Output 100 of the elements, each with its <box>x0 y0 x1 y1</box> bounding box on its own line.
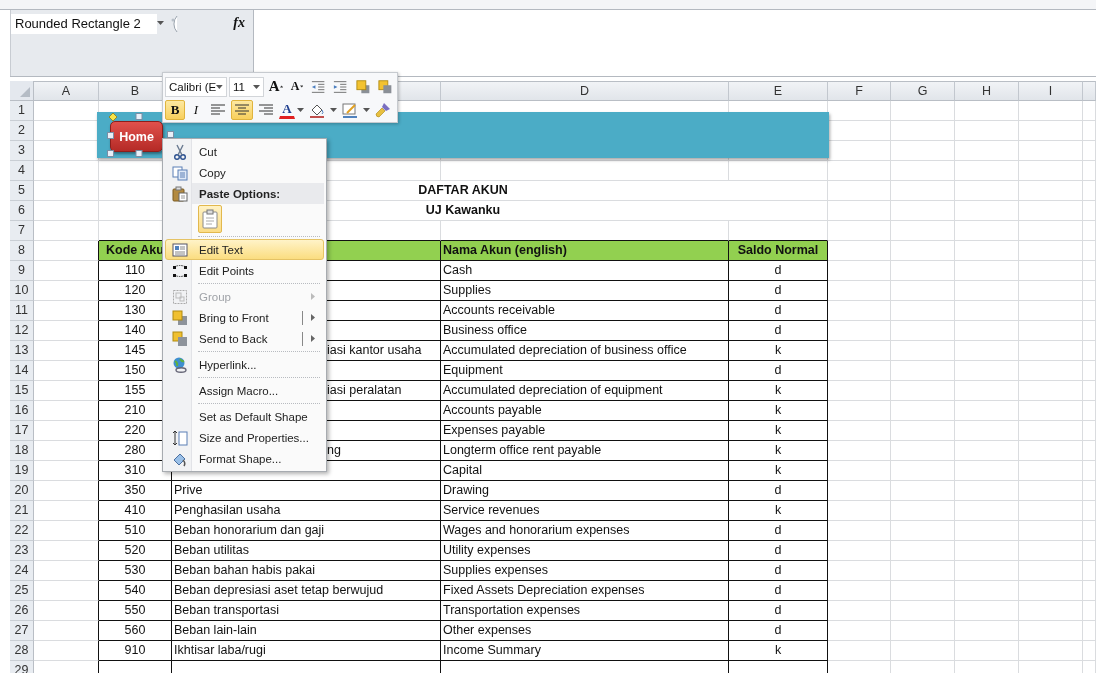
font-field[interactable]: Calibri (E <box>165 76 227 97</box>
row-header[interactable]: 23 <box>10 541 34 561</box>
font-size-field[interactable]: 11 <box>229 76 264 97</box>
row-header[interactable]: 1 <box>10 101 34 121</box>
menu-item[interactable]: Edit Text <box>165 239 324 260</box>
bold-button[interactable]: B <box>165 99 185 120</box>
table-cell: Utility expenses <box>441 541 729 561</box>
row-header[interactable]: 25 <box>10 581 34 601</box>
table-cell: Penghasilan usaha <box>172 501 441 521</box>
copy-icon <box>171 164 188 181</box>
empty-cell <box>1019 421 1083 441</box>
table-cell: Beban utilitas <box>172 541 441 561</box>
empty-cell <box>891 481 955 501</box>
empty-cell <box>1019 241 1083 261</box>
row-header[interactable]: 20 <box>10 481 34 501</box>
empty-cell <box>955 501 1019 521</box>
selection-handle[interactable] <box>167 131 174 138</box>
grow-font-label[interactable]: A <box>268 78 280 95</box>
italic-label[interactable]: I <box>187 99 205 120</box>
align-left-icon[interactable] <box>210 101 226 118</box>
row-header[interactable]: 21 <box>10 501 34 521</box>
pen-icon[interactable] <box>342 101 358 118</box>
row-header[interactable]: 18 <box>10 441 34 461</box>
indent-icon[interactable] <box>333 78 348 95</box>
row-header[interactable]: 8 <box>10 241 34 261</box>
table-cell: Nama Akun (english) <box>441 241 729 261</box>
empty-cell <box>828 601 891 621</box>
empty-cell <box>891 381 955 401</box>
empty-cell <box>1083 281 1096 301</box>
table-cell: Drawing <box>441 481 729 501</box>
empty-cell <box>955 361 1019 381</box>
empty-cell <box>1019 581 1083 601</box>
layers-icon[interactable] <box>377 78 392 95</box>
column-header[interactable]: H <box>955 81 1019 101</box>
outdent-icon[interactable] <box>311 78 326 95</box>
caret-icon[interactable] <box>157 21 164 25</box>
shrink-font-label[interactable]: A <box>290 79 300 94</box>
column-header[interactable]: A <box>34 81 99 101</box>
table-cell: 530 <box>99 561 172 581</box>
column-header[interactable]: E <box>729 81 828 101</box>
empty-cell <box>1019 361 1083 381</box>
row-header[interactable]: 28 <box>10 641 34 661</box>
text-box-icon <box>171 241 188 258</box>
row-header[interactable]: 27 <box>10 621 34 641</box>
row-header[interactable]: 2 <box>10 121 34 141</box>
table-cell: Accumulated depreciation of business office <box>441 341 729 361</box>
empty-cell <box>1083 541 1096 561</box>
align-right-icon[interactable] <box>258 101 274 118</box>
row-header[interactable]: 16 <box>10 401 34 421</box>
empty-cell <box>955 281 1019 301</box>
column-header[interactable]: G <box>891 81 955 101</box>
menu-item[interactable]: Copy <box>165 162 324 183</box>
font-color-button[interactable]: A <box>279 100 295 119</box>
row-header[interactable]: 14 <box>10 361 34 381</box>
column-header[interactable]: F <box>828 81 891 101</box>
row-header[interactable]: 17 <box>10 421 34 441</box>
column-header[interactable]: D <box>441 81 729 101</box>
row-header[interactable]: 6 <box>10 201 34 221</box>
row-header[interactable]: 11 <box>10 301 34 321</box>
name-box[interactable]: Rounded Rectangle 2 <box>11 14 157 34</box>
caret-icon[interactable] <box>252 84 260 89</box>
empty-cell <box>828 281 891 301</box>
column-header[interactable]: I <box>1019 81 1083 101</box>
row-header[interactable]: 5 <box>10 181 34 201</box>
row-header[interactable]: 12 <box>10 321 34 341</box>
row-header[interactable]: 10 <box>10 281 34 301</box>
row-header[interactable]: 13 <box>10 341 34 361</box>
table-cell: k <box>729 381 828 401</box>
submenu-arrow-icon[interactable] <box>311 335 315 342</box>
row-header[interactable]: 9 <box>10 261 34 281</box>
submenu-arrow-icon[interactable] <box>311 314 315 321</box>
row-header[interactable]: 22 <box>10 521 34 541</box>
row-header[interactable]: 19 <box>10 461 34 481</box>
brush-icon[interactable] <box>375 101 391 118</box>
group-icon <box>171 288 188 305</box>
empty-cell <box>1083 501 1096 521</box>
insert-function-button[interactable]: fx <box>233 15 245 31</box>
row-header[interactable]: 26 <box>10 601 34 621</box>
paste-option-button[interactable] <box>198 205 222 233</box>
empty-cell <box>955 441 1019 461</box>
menu-item[interactable]: Cut <box>165 141 324 162</box>
caret-icon[interactable] <box>279 85 283 88</box>
empty-cell <box>955 421 1019 441</box>
caret-icon[interactable] <box>216 84 223 89</box>
home-shape[interactable]: Home <box>110 121 163 152</box>
row-header[interactable]: 3 <box>10 141 34 161</box>
size-icon <box>171 429 188 446</box>
table-cell: d <box>729 361 828 381</box>
empty-cell <box>955 221 1019 241</box>
row-header[interactable]: 7 <box>10 221 34 241</box>
table-cell: Ikhtisar laba/rugi <box>172 641 441 661</box>
caret-icon[interactable] <box>299 85 303 88</box>
empty-cell <box>1019 461 1083 481</box>
row-header[interactable]: 15 <box>10 381 34 401</box>
empty-cell <box>1083 601 1096 621</box>
empty-cell <box>1019 141 1083 161</box>
row-header[interactable]: 4 <box>10 161 34 181</box>
row-header[interactable]: 24 <box>10 561 34 581</box>
layers-icon[interactable] <box>355 78 370 95</box>
empty-cell <box>891 581 955 601</box>
